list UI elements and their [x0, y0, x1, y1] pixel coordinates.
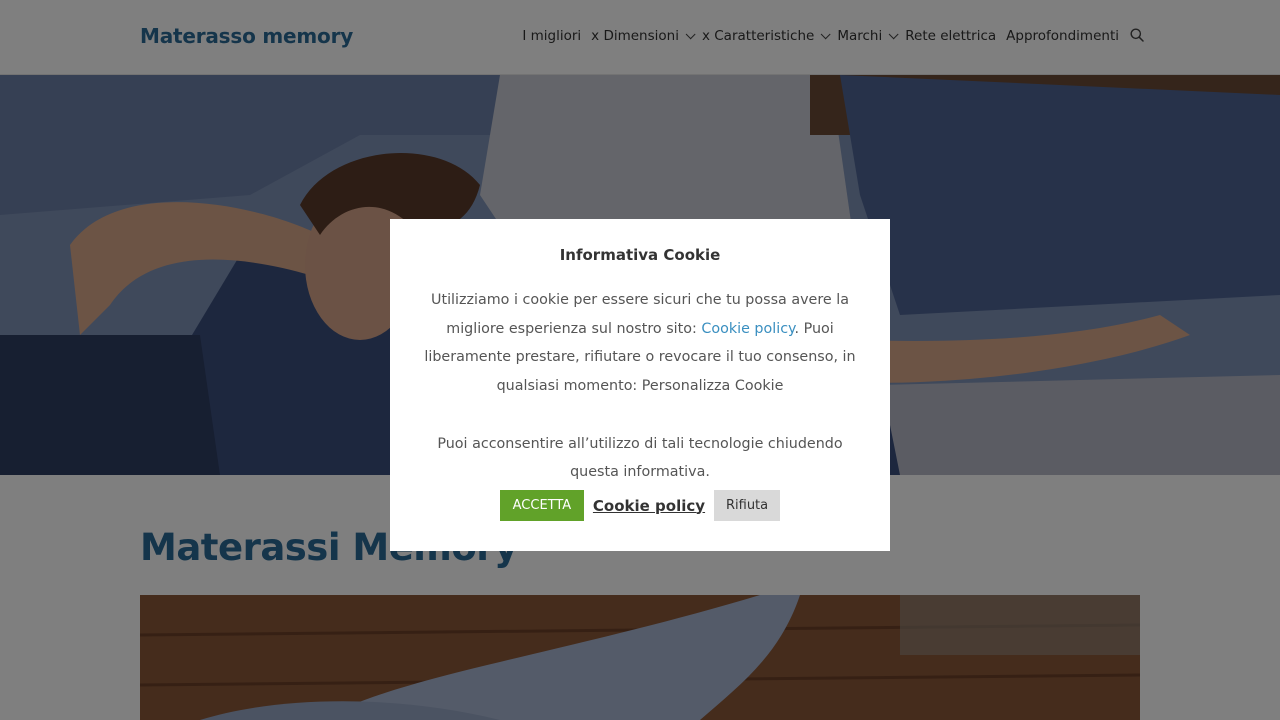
cookie-text-2: Puoi acconsentire all’utilizzo di tali t… [437, 435, 843, 481]
reject-button[interactable]: Rifiuta [714, 490, 781, 521]
cookie-policy-inline-link[interactable]: Cookie policy [701, 321, 794, 337]
cookie-dialog-body: Utilizziamo i cookie per essere sicuri c… [418, 286, 862, 487]
accept-button[interactable]: ACCETTA [499, 490, 584, 521]
cookie-text-paragraph: Utilizziamo i cookie per essere sicuri c… [418, 286, 862, 401]
cookie-dialog-title: Informativa Cookie [559, 246, 721, 264]
cookie-buttons: ACCETTA Cookie policy Rifiuta [390, 490, 890, 521]
cookie-consent-dialog: Informativa Cookie Utilizziamo i cookie … [390, 219, 890, 551]
cookie-policy-link[interactable]: Cookie policy [593, 497, 705, 515]
